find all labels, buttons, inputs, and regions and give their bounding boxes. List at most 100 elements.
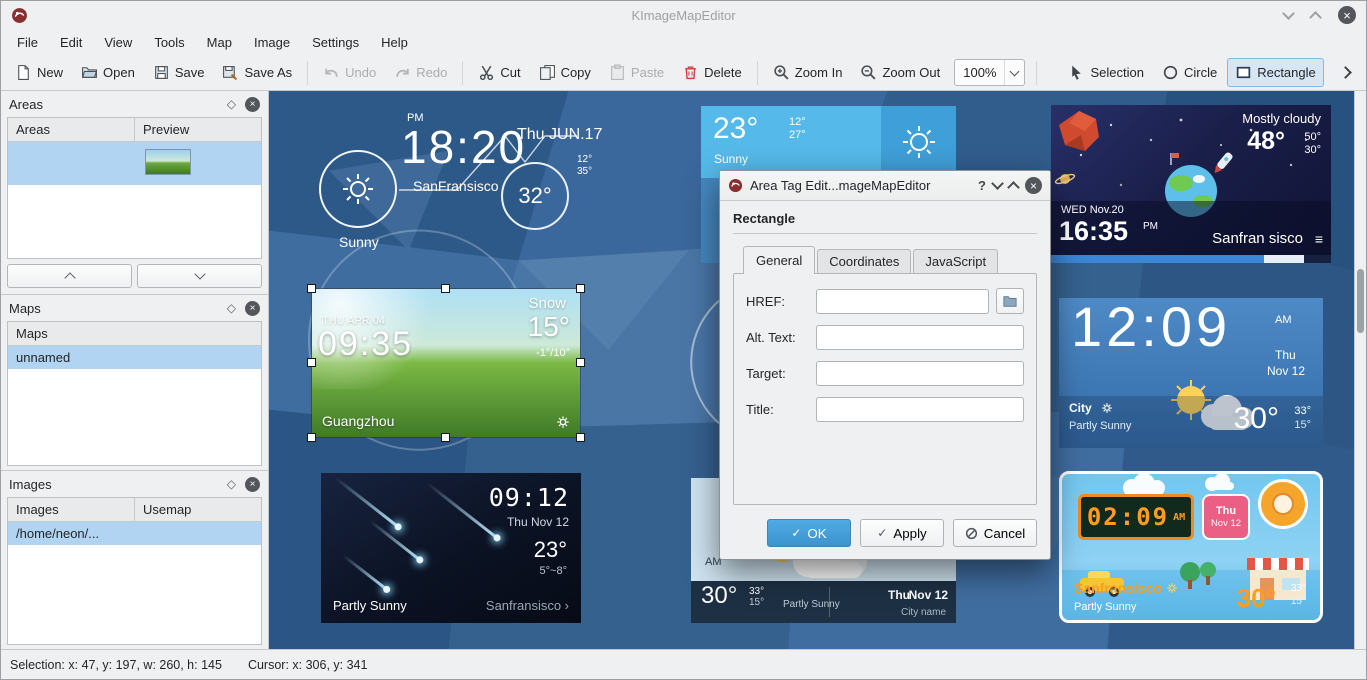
save-as-label: Save As <box>244 65 292 80</box>
alt-text-input[interactable] <box>816 325 1024 350</box>
window-title: KImageMapEditor <box>1 8 1366 23</box>
menu-map[interactable]: Map <box>197 31 242 54</box>
ok-button[interactable]: ✓ OK <box>767 519 851 547</box>
rectangle-tool-button[interactable]: Rectangle <box>1227 58 1324 87</box>
href-label: HREF: <box>746 294 816 309</box>
cancel-button[interactable]: Cancel <box>953 519 1037 547</box>
areas-column-header[interactable]: Areas <box>8 118 135 141</box>
zoom-dropdown-button[interactable] <box>1004 60 1024 85</box>
check-icon: ✓ <box>877 526 887 540</box>
minimize-icon[interactable] <box>991 177 1004 190</box>
chevron-down-icon <box>1010 67 1020 77</box>
browse-button[interactable] <box>996 288 1024 314</box>
close-panel-icon[interactable]: × <box>245 477 260 492</box>
selection-handle-se[interactable] <box>576 433 585 442</box>
apply-label: Apply <box>893 526 926 541</box>
menu-settings[interactable]: Settings <box>302 31 369 54</box>
comet-art <box>342 554 388 591</box>
open-folder-icon <box>81 64 98 81</box>
toolbar-separator <box>757 61 758 85</box>
copy-button[interactable]: Copy <box>531 58 599 87</box>
menu-file[interactable]: File <box>7 31 48 54</box>
title-input[interactable] <box>816 397 1024 422</box>
float-panel-icon[interactable]: ◇ <box>227 97 236 111</box>
tab-general[interactable]: General <box>743 246 815 274</box>
menu-tools[interactable]: Tools <box>144 31 194 54</box>
menu-help[interactable]: Help <box>371 31 418 54</box>
apply-button[interactable]: ✓ Apply <box>860 519 944 547</box>
titlebar[interactable]: KImageMapEditor × <box>1 1 1366 29</box>
shape-heading: Rectangle <box>733 211 1037 226</box>
close-panel-icon[interactable]: × <box>245 97 260 112</box>
target-label: Target: <box>746 366 816 381</box>
dialog-titlebar[interactable]: Area Tag Edit...mageMapEditor ? × <box>720 171 1050 201</box>
scrollbar-thumb[interactable] <box>1357 269 1364 333</box>
vertical-scrollbar[interactable] <box>1354 91 1366 649</box>
selection-tool-button[interactable]: Selection <box>1060 58 1151 87</box>
preview-column-header[interactable]: Preview <box>135 118 261 141</box>
close-icon[interactable]: × <box>1338 6 1356 24</box>
divider <box>733 233 1037 234</box>
zoom-level-select[interactable]: 100% <box>954 59 1025 86</box>
toolbar-separator <box>307 61 308 85</box>
w7-temp: 30° <box>701 582 737 610</box>
menu-view[interactable]: View <box>94 31 142 54</box>
map-editor-canvas[interactable]: Sunny PM 18:20 SanFransisco Thu JUN.17 1… <box>269 91 1354 649</box>
map-row[interactable]: unnamed <box>8 346 261 369</box>
maximize-icon[interactable] <box>1309 11 1322 24</box>
save-as-button[interactable]: Save As <box>214 58 300 87</box>
widget-big-blue-clock: 12:09 AM Thu Nov 12 City Partly Sunny 30… <box>1059 298 1323 448</box>
close-icon[interactable]: × <box>1025 177 1042 194</box>
w8-lo: 15° <box>1291 596 1306 607</box>
selection-handle-s[interactable] <box>441 433 450 442</box>
selection-handle-n[interactable] <box>441 284 450 293</box>
w3-date: WED Nov.20 <box>1061 204 1124 216</box>
widget-grass-selected[interactable]: THU APR 04 09:35 Snow 15° -1°/10° Guangz… <box>311 288 581 438</box>
selection-handle-e[interactable] <box>576 358 585 367</box>
undo-label: Undo <box>345 65 376 80</box>
move-area-down-button[interactable] <box>137 264 262 288</box>
zoom-out-button[interactable]: Zoom Out <box>852 58 948 87</box>
circle-label: Circle <box>1184 65 1217 80</box>
circle-tool-button[interactable]: Circle <box>1154 58 1225 87</box>
w3-bottom-bar <box>1051 255 1331 263</box>
selection-handle-sw[interactable] <box>307 433 316 442</box>
paste-button[interactable]: Paste <box>601 58 672 87</box>
open-button[interactable]: Open <box>73 58 143 87</box>
new-button[interactable]: New <box>7 58 71 87</box>
cut-button[interactable]: Cut <box>470 58 528 87</box>
move-area-up-button[interactable] <box>7 264 132 288</box>
zoom-level-value: 100% <box>955 65 1004 80</box>
maximize-icon[interactable] <box>1007 181 1020 194</box>
target-input[interactable] <box>816 361 1024 386</box>
usemap-column-header[interactable]: Usemap <box>135 498 261 521</box>
menu-edit[interactable]: Edit <box>50 31 92 54</box>
area-tag-editor-dialog: Area Tag Edit...mageMapEditor ? × Rectan… <box>719 170 1051 560</box>
href-input[interactable] <box>816 289 989 314</box>
undo-button[interactable]: Undo <box>315 58 384 87</box>
w1-temp-circle: 32° <box>501 162 569 230</box>
close-panel-icon[interactable]: × <box>245 301 260 316</box>
images-column-header[interactable]: Images <box>8 498 135 521</box>
float-panel-icon[interactable]: ◇ <box>227 301 236 315</box>
tab-javascript[interactable]: JavaScript <box>913 249 998 273</box>
area-row[interactable] <box>8 142 261 185</box>
image-row[interactable]: /home/neon/... <box>8 522 261 545</box>
help-icon[interactable]: ? <box>978 178 986 193</box>
redo-button[interactable]: Redo <box>386 58 455 87</box>
float-panel-icon[interactable]: ◇ <box>227 477 236 491</box>
zoom-in-button[interactable]: Zoom In <box>765 58 851 87</box>
toolbar-overflow-icon[interactable] <box>1339 66 1352 79</box>
tab-coordinates[interactable]: Coordinates <box>817 249 911 273</box>
selection-handle-w[interactable] <box>307 358 316 367</box>
maps-column-header[interactable]: Maps <box>8 322 261 345</box>
save-button[interactable]: Save <box>145 58 213 87</box>
menu-image[interactable]: Image <box>244 31 300 54</box>
selection-handle-nw[interactable] <box>307 284 316 293</box>
w1-time: 18:20 <box>401 120 526 174</box>
paste-clipboard-icon <box>609 64 626 81</box>
selection-handle-ne[interactable] <box>576 284 585 293</box>
minimize-icon[interactable] <box>1282 7 1295 20</box>
delete-button[interactable]: Delete <box>674 58 750 87</box>
save-icon <box>153 64 170 81</box>
